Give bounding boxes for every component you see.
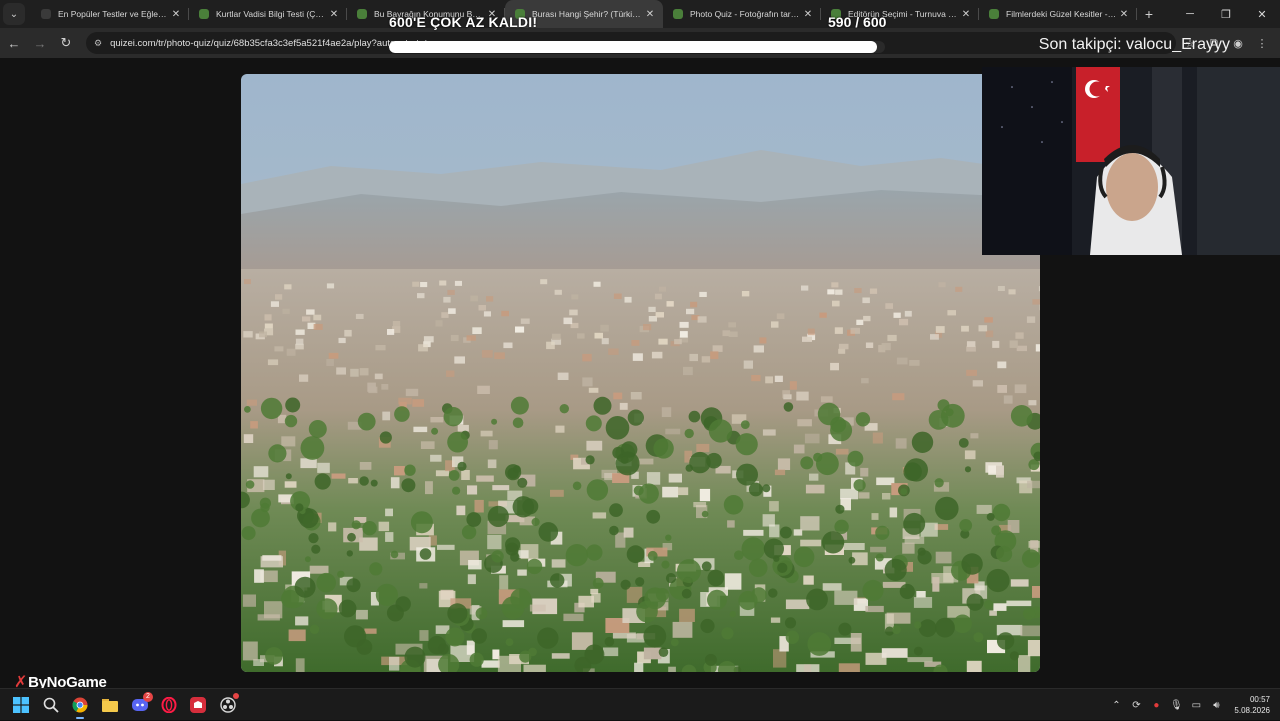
- last-follower-label: Son takipçi: valocu_Erayyy: [1039, 36, 1230, 54]
- windows-start-icon[interactable]: [9, 693, 33, 717]
- more-vertical-icon[interactable]: ⋮: [1250, 31, 1274, 55]
- volume-icon[interactable]: 🔊︎: [1206, 700, 1226, 711]
- clock-time: 00:57: [1234, 694, 1270, 705]
- reload-icon: ↻: [61, 35, 72, 51]
- browser-tab[interactable]: Filmlerdeki Güzel Kesitler - Tier✕: [979, 0, 1137, 28]
- close-icon[interactable]: ✕: [1117, 9, 1131, 20]
- tab-title: Filmlerdeki Güzel Kesitler - Tier: [1006, 9, 1117, 19]
- close-icon[interactable]: ✕: [327, 9, 341, 20]
- forward-button[interactable]: →: [28, 31, 52, 55]
- city-photo: [241, 74, 1040, 672]
- search-icon[interactable]: [39, 693, 63, 717]
- back-button[interactable]: ←: [2, 31, 26, 55]
- network-icon[interactable]: ▭: [1186, 700, 1206, 711]
- tab-separator: [1136, 8, 1137, 20]
- streaming-app-icon[interactable]: [186, 693, 210, 717]
- microphone-icon[interactable]: 🎙︎: [1166, 700, 1186, 711]
- tab-favicon-icon: [41, 9, 51, 19]
- reload-button[interactable]: ↻: [54, 31, 78, 55]
- taskbar: 2 ⌃ ⟳ ● 🎙︎ ▭ 🔊︎ 00:57 5.08.2026: [0, 688, 1280, 720]
- obs-live-dot: [233, 693, 239, 699]
- chevron-down-icon: ⌄: [10, 9, 18, 20]
- clock[interactable]: 00:57 5.08.2026: [1234, 694, 1270, 716]
- tab-title: Kurtlar Vadisi Bilgi Testi (Çok zor: [216, 9, 327, 19]
- streamer-camera: [982, 67, 1280, 255]
- follower-goal-title: 600'E ÇOK AZ KALDI!: [389, 14, 537, 30]
- browser-tab[interactable]: Photo Quiz - Fotoğrafın tarihini✕: [663, 0, 821, 28]
- tab-title: Burası Hangi Şehir? (Türkiye) -: [532, 9, 643, 19]
- clock-date: 5.08.2026: [1234, 705, 1270, 716]
- close-icon[interactable]: ✕: [643, 9, 657, 20]
- tab-strip: ⌄ En Popüler Testler ve Eğlenceli✕Kurtla…: [0, 0, 1280, 28]
- tab-favicon-icon: [673, 9, 683, 19]
- tune-icon[interactable]: ⚙: [94, 38, 102, 49]
- close-icon[interactable]: ✕: [959, 9, 973, 20]
- browser-tab[interactable]: Kurtlar Vadisi Bilgi Testi (Çok zor✕: [189, 0, 347, 28]
- tab-favicon-icon: [357, 9, 367, 19]
- chevron-up-icon[interactable]: ⌃: [1106, 700, 1126, 711]
- follower-goal-count: 590 / 600: [828, 14, 886, 30]
- maximize-button[interactable]: ❐: [1208, 0, 1244, 28]
- file-explorer-icon[interactable]: [98, 693, 122, 717]
- close-icon[interactable]: ✕: [169, 9, 183, 20]
- follower-goal-progress: [389, 41, 885, 53]
- tab-search-button[interactable]: ⌄: [3, 3, 25, 25]
- discord-badge: 2: [143, 692, 153, 702]
- tab-list: En Popüler Testler ve Eğlenceli✕Kurtlar …: [31, 0, 1137, 28]
- tab-favicon-icon: [989, 9, 999, 19]
- chrome-icon[interactable]: [68, 693, 92, 717]
- minimize-button[interactable]: ─: [1172, 0, 1208, 28]
- browser-tab[interactable]: En Popüler Testler ve Eğlenceli✕: [31, 0, 189, 28]
- close-window-button[interactable]: ✕: [1244, 0, 1280, 28]
- tab-favicon-icon: [199, 9, 209, 19]
- arrow-right-icon: →: [34, 36, 47, 51]
- system-tray: ⌃ ⟳ ● 🎙︎ ▭ 🔊︎ 00:57 5.08.2026: [1106, 689, 1280, 721]
- obs-icon[interactable]: [216, 693, 240, 717]
- quiz-photo: [241, 74, 1040, 672]
- sync-icon[interactable]: ⟳: [1126, 700, 1146, 711]
- webcam-overlay: [982, 67, 1280, 255]
- close-icon[interactable]: ✕: [801, 9, 815, 20]
- opera-gx-icon[interactable]: [157, 693, 181, 717]
- record-icon[interactable]: ●: [1146, 700, 1166, 711]
- new-tab-button[interactable]: +: [1137, 6, 1161, 22]
- arrow-left-icon: ←: [8, 36, 21, 51]
- discord-icon[interactable]: 2: [128, 693, 152, 717]
- tab-title: En Popüler Testler ve Eğlenceli: [58, 9, 169, 19]
- window-controls: ─ ❐ ✕: [1172, 0, 1280, 28]
- follower-goal-progress-fill: [389, 41, 877, 53]
- tab-title: Photo Quiz - Fotoğrafın tarihini: [690, 9, 801, 19]
